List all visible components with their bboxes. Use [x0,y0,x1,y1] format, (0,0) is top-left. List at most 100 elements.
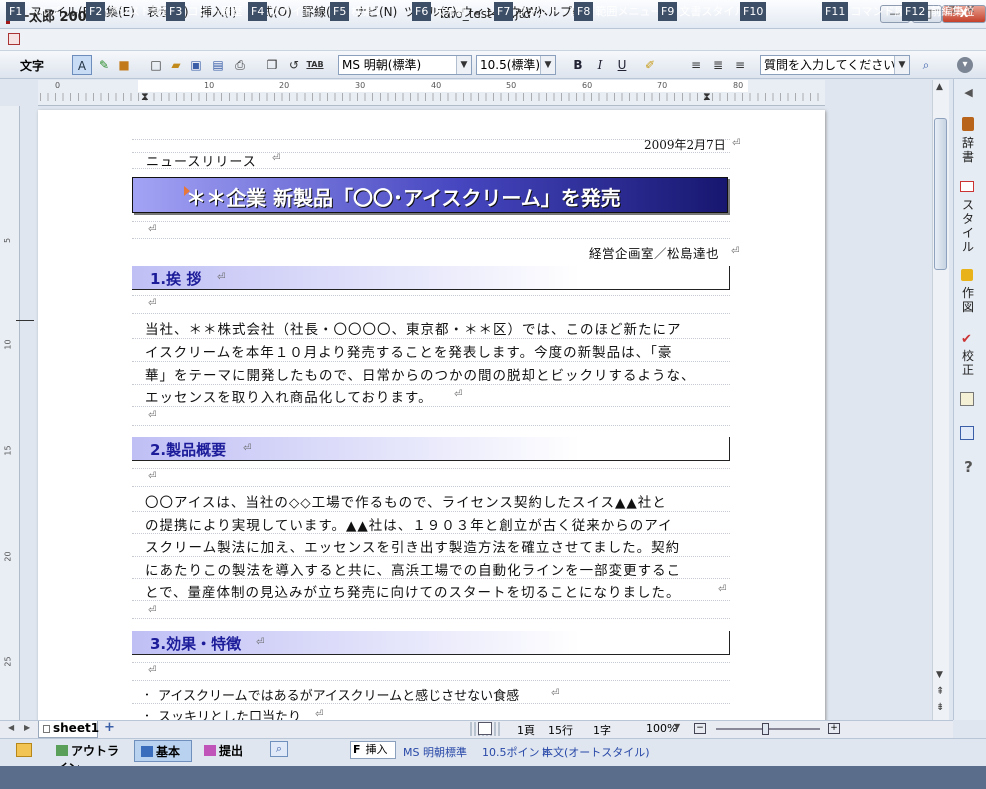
current-style-info[interactable]: 本文(オートスタイル) [542,744,650,760]
return-mark-icon: ⏎ [217,272,226,283]
cursor-line-marker [16,320,34,321]
search-icon[interactable]: ⌕ [916,55,936,75]
tab-drawing[interactable]: 作図 [962,286,974,314]
fkey-f12[interactable]: F12 前編集位 [902,2,986,21]
line-guide [132,313,730,314]
scrollbar-thumb[interactable] [934,118,947,270]
vruler-tick: 15 [3,445,13,456]
text-mode-icon[interactable]: A [72,55,92,75]
question-input[interactable]: 質問を入力してください ▼ [760,55,910,75]
sheet-name: sheet1 [53,721,100,735]
italic-button[interactable]: I [590,55,610,75]
page-down-icon[interactable]: ⇟ [936,702,944,713]
copy-pages-icon[interactable] [960,426,974,440]
tab-icon[interactable]: TAB [304,55,326,75]
basic-icon [141,746,153,757]
fkey-f8[interactable]: F8 範囲メニュー [574,2,661,21]
work-tool-icon[interactable] [16,743,32,757]
status-row: 15行 [548,724,573,737]
align-left-icon[interactable]: ≡ [686,55,706,75]
zoom-slider-thumb[interactable] [762,723,769,735]
clipboard-icon[interactable] [960,392,974,406]
bold-button[interactable]: B [568,55,588,75]
save-as-icon[interactable]: ▤ [208,55,228,75]
basic-mode-button[interactable]: 基本 [134,740,192,762]
return-mark-icon: ⏎ [148,224,157,235]
page-up-icon[interactable]: ⇞ [936,686,944,697]
return-mark-icon: ⏎ [732,138,741,149]
font-name-select[interactable]: MS 明朝(標準) ▼ [338,55,472,75]
document-menu-icon[interactable] [8,33,20,45]
fkey-f4[interactable]: F4 次ガイド [248,2,313,21]
section1-line: エッセンスを取り入れ商品化しております。 [145,390,433,406]
right-indent-marker-icon[interactable]: ⧗ [703,90,711,104]
fkey-f5[interactable]: F5 検索↓ [330,2,383,21]
tab-dictionary[interactable]: 辞書 [962,136,974,164]
section1-title: 1.挨 拶 [150,270,202,288]
fkey-number: F2 [86,2,106,21]
align-center-icon[interactable]: ≣ [708,55,728,75]
fkey-f2[interactable]: F2 アシスト切替 [86,2,173,21]
current-font-info[interactable]: MS 明朝標準 [403,744,467,760]
current-size-info[interactable]: 10.5ポイント [482,744,551,760]
scroll-down-icon[interactable]: ▼ [936,670,943,680]
vertical-ruler[interactable] [0,106,20,720]
tab-proofread[interactable]: 校正 [962,349,974,377]
zoom-in-button[interactable]: + [828,723,840,734]
fkey-f6[interactable]: F6 次分割 [412,2,466,21]
return-mark-icon: ⏎ [243,443,252,454]
underline-button[interactable]: U [612,55,632,75]
open-folder-icon[interactable]: ▰ [166,55,186,75]
scroll-up-icon[interactable]: ▲ [936,82,943,92]
align-right-icon[interactable]: ≡ [730,55,750,75]
chevron-down-icon: ▼ [456,56,471,74]
page-view-icon[interactable] [478,722,492,735]
return-mark-icon: ⏎ [148,665,157,676]
section1-line: イスクリームを本年１０月より発売することを発表します。今度の新製品は、「豪 [145,345,673,361]
return-mark-icon: ⏎ [315,709,324,720]
fkey-f1[interactable]: F1 ヘルプ [6,2,60,21]
options-circle-icon[interactable]: ▾ [957,57,973,73]
fkey-label: 範囲メニュー [595,5,662,18]
submit-mode-button[interactable]: 提出 [204,742,264,760]
sheet-next-icon[interactable]: ▶ [24,723,30,732]
fkey-label: 次ガイド [269,5,314,18]
outline-mode-button[interactable]: アウトライン [56,742,128,775]
add-sheet-button[interactable]: + [104,720,115,735]
sheet-prev-icon[interactable]: ◀ [8,723,14,732]
section3-title: 3.効果・特徴 [150,635,242,653]
sheet-page-icon [43,725,50,733]
return-mark-icon: ⏎ [148,410,157,421]
marker-icon[interactable]: ✎ [94,55,114,75]
fkey-label: 次分割 [433,5,467,18]
section2-line: の提携により実現しています。▲▲社は、１９０３年と創立が古く従来からのアイ [145,518,673,534]
highlight-icon[interactable]: ✐ [640,55,660,75]
zoom-out-button[interactable]: − [694,723,706,734]
fkey-f3[interactable]: F3 コピー履歴 [166,2,242,21]
return-mark-icon: ⏎ [551,688,560,699]
line-guide [132,468,730,469]
undo-icon[interactable]: ↺ [284,55,304,75]
copy-icon[interactable]: ❐ [262,55,282,75]
insert-mode-indicator[interactable]: F 挿入 [350,741,396,759]
fkey-f10[interactable]: F10 [740,2,768,21]
drawing-icon [961,269,973,281]
section2-line: とで、量産体制の見込みが立ち発売に向けてのスタートを切ることになりました。 [145,585,681,601]
print-icon[interactable]: ⎙ [230,55,250,75]
help-button[interactable]: ? [955,460,982,475]
insert-mode-label: 挿入 [365,743,388,756]
shape-icon[interactable]: ■ [114,55,134,75]
tab-style[interactable]: スタイル [962,198,974,254]
new-document-icon[interactable]: □ [146,55,166,75]
left-indent-marker-icon[interactable]: ⧗ [141,90,149,104]
line-guide [132,425,730,426]
fkey-number: F1 [6,2,26,21]
search-icon[interactable]: ⌕ [270,741,288,757]
save-icon[interactable]: ▣ [186,55,206,75]
zoom-level[interactable]: 100% [646,722,677,735]
ruler-tick: 30 [355,81,366,90]
chevron-down-icon[interactable]: ▼ [674,722,680,731]
panel-collapse-button[interactable]: ◀ [955,86,982,100]
font-size-select[interactable]: 10.5(標準) ▼ [476,55,556,75]
fkey-f9[interactable]: F9 文書スタイル [658,2,745,21]
